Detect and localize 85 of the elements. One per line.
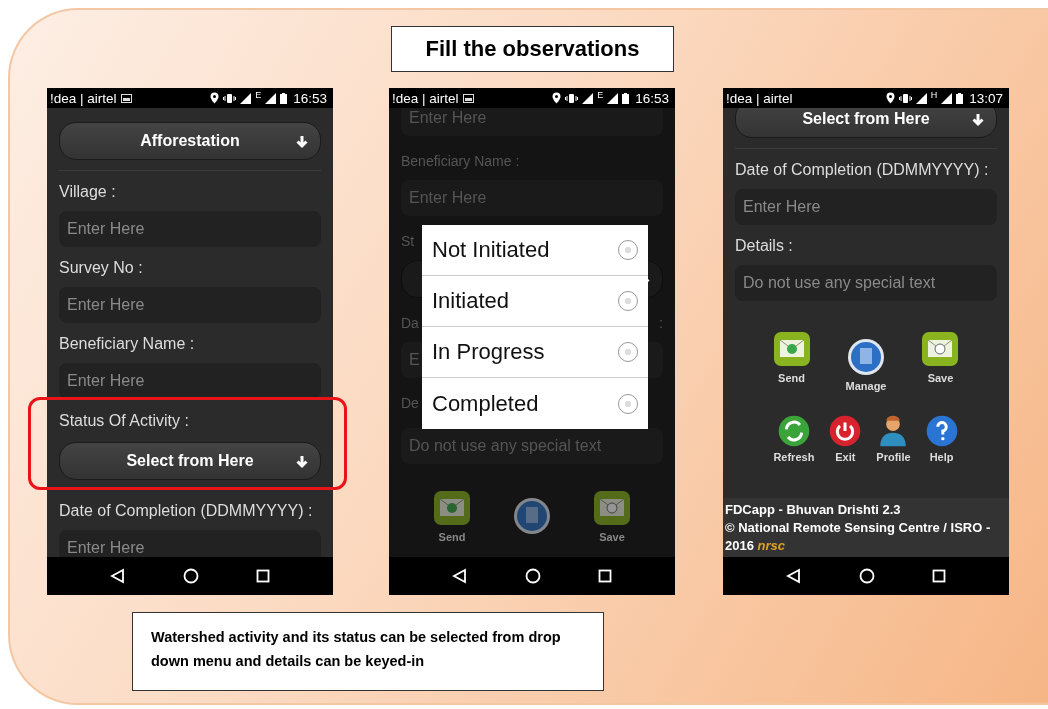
dropdown-button[interactable]: Afforestation	[59, 122, 321, 160]
battery-icon	[280, 92, 288, 104]
input-field[interactable]: Enter Here	[59, 211, 321, 247]
dropdown-button[interactable]: Select from Here	[59, 442, 321, 480]
refresh-button[interactable]: Refresh	[773, 414, 815, 463]
vibrate-icon	[565, 92, 579, 104]
send-button[interactable]: Send	[771, 329, 812, 392]
input-field[interactable]: Enter Here	[59, 363, 321, 399]
envelope-clock-icon	[920, 329, 961, 369]
copyright-text: © National Remote Sensing Centre / ISRO - 2016 nrsc	[725, 519, 992, 555]
envelope-check-icon	[771, 329, 812, 369]
carrier-name: !dea | airtel	[50, 90, 117, 106]
input-field[interactable]: Enter Here	[59, 287, 321, 323]
field-label: Beneficiary Name :	[401, 152, 520, 171]
clock-time: 16:53	[293, 90, 327, 106]
vibrate-icon	[898, 92, 912, 104]
help-button[interactable]: Help	[924, 414, 959, 463]
carrier-name: !dea | airtel	[726, 90, 793, 106]
field-label: Date of Completion (DDMMYYYY) :	[735, 160, 989, 180]
battery-icon	[622, 92, 630, 104]
network-type: E	[255, 90, 262, 100]
back-icon[interactable]	[786, 568, 803, 584]
clock-time: 13:07	[969, 90, 1003, 106]
field-label-colon: :	[659, 314, 663, 333]
location-icon	[210, 92, 220, 104]
field-label: Da	[401, 314, 419, 333]
signal-icon	[265, 92, 277, 104]
radio-button[interactable]	[618, 240, 638, 260]
document-circle-icon	[846, 337, 886, 377]
down-arrow-icon	[294, 454, 310, 470]
profile-button[interactable]: Profile	[876, 414, 911, 463]
field-label: St	[401, 232, 415, 251]
home-icon[interactable]	[183, 568, 199, 584]
location-icon	[552, 92, 562, 104]
document-circle-icon	[512, 496, 552, 536]
back-icon[interactable]	[110, 568, 127, 584]
signal-icon	[941, 92, 953, 104]
recents-icon[interactable]	[255, 569, 270, 583]
location-icon	[885, 92, 895, 104]
vibrate-icon	[223, 92, 237, 104]
network-type: E	[597, 90, 604, 100]
field-label: Date of Completion (DDMMYYYY) :	[59, 501, 313, 521]
dropdown-button[interactable]: Select from Here	[735, 108, 997, 138]
field-label: Beneficiary Name :	[59, 334, 195, 354]
envelope-check-icon	[432, 488, 472, 528]
battery-icon	[956, 92, 964, 104]
save-button[interactable]: Save	[920, 329, 961, 392]
down-arrow-icon	[294, 134, 310, 150]
input-field[interactable]: Do not use any special text	[735, 265, 997, 301]
clock-time: 16:53	[635, 90, 669, 106]
manage-button[interactable]: Manage	[845, 337, 887, 392]
envelope-clock-icon	[592, 488, 632, 528]
radio-button[interactable]	[618, 342, 638, 362]
power-icon	[828, 414, 863, 448]
back-icon[interactable]	[452, 568, 469, 584]
refresh-icon	[776, 414, 811, 448]
field-label: De	[401, 394, 419, 413]
radio-button[interactable]	[618, 291, 638, 311]
send-button[interactable]: Send	[432, 488, 472, 543]
save-button[interactable]: Save	[592, 488, 632, 543]
image-notification-icon	[120, 93, 132, 103]
signal-icon	[915, 92, 927, 104]
app-version: FDCapp - Bhuvan Drishti 2.3	[725, 501, 902, 519]
radio-button[interactable]	[618, 393, 638, 414]
field-label: Village :	[59, 182, 116, 202]
network-type: H	[930, 90, 938, 100]
field-label: Status Of Activity :	[59, 411, 189, 431]
carrier-name: !dea | airtel	[392, 90, 459, 106]
help-icon	[924, 414, 959, 448]
recents-icon[interactable]	[931, 569, 946, 583]
signal-icon	[607, 92, 619, 104]
input-field[interactable]: Enter Here	[59, 530, 321, 557]
home-icon[interactable]	[859, 568, 875, 584]
recents-icon[interactable]	[597, 569, 612, 583]
image-notification-icon	[462, 93, 474, 103]
field-label: Details :	[735, 236, 793, 256]
exit-button[interactable]: Exit	[828, 414, 863, 463]
down-arrow-icon	[970, 112, 986, 128]
signal-icon	[582, 92, 594, 104]
caption-text: Watershed activity and its status can be selected from drop down menu and details can be keyed-in	[132, 612, 604, 691]
signal-icon	[240, 92, 252, 104]
field-label: Survey No :	[59, 258, 143, 278]
slide-title: Fill the observations	[391, 26, 674, 72]
home-icon[interactable]	[525, 568, 541, 584]
input-field[interactable]: Enter Here	[735, 189, 997, 225]
